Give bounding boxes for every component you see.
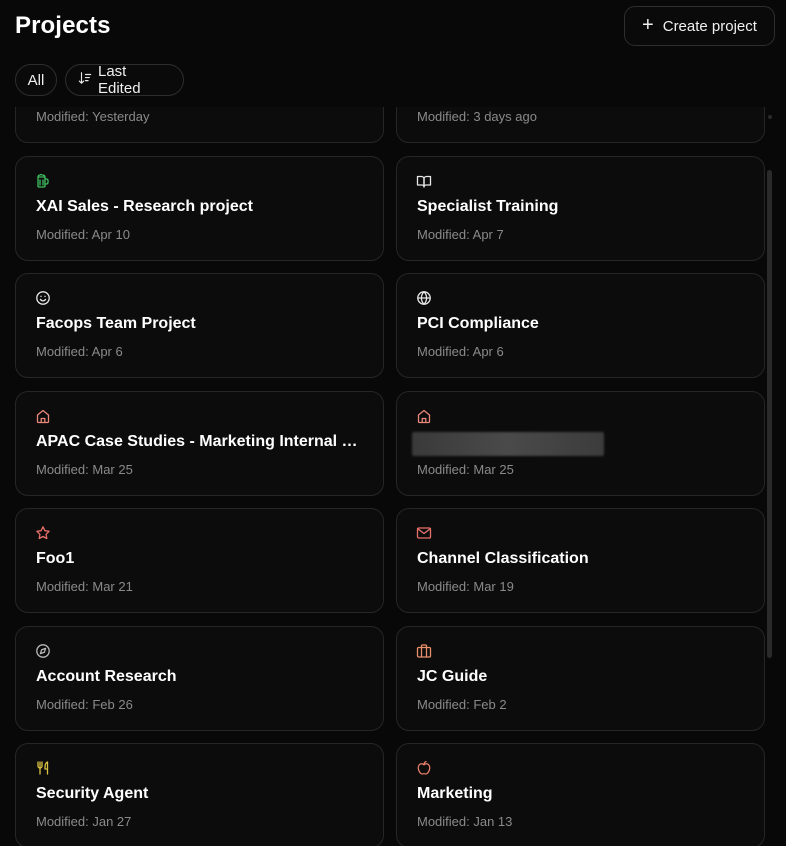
project-modified-date: Modified: Apr 7	[417, 226, 504, 242]
project-card[interactable]: Specialist Training Modified: Apr 7	[396, 155, 765, 261]
project-name: Channel Classification	[417, 550, 589, 567]
project-name: APAC Case Studies - Marketing Internal R…	[36, 432, 366, 450]
apple-icon	[416, 760, 432, 776]
project-modified-date: Modified: Jan 13	[417, 814, 513, 829]
project-card[interactable]: Security Agent Modified: Jan 27	[15, 743, 384, 846]
project-name: Security Agent	[36, 785, 149, 802]
project-card[interactable]: Marketing Modified: Jan 13	[396, 743, 765, 846]
project-card[interactable]: Channel Classification Modified: Mar 19	[396, 508, 765, 613]
project-modified-date: Modified: Mar 21	[36, 579, 133, 594]
project-modified-date: Modified: Apr 6	[36, 344, 123, 359]
book-open-icon	[416, 173, 432, 189]
project-modified-date: Modified: 3 days ago	[417, 109, 537, 124]
plus-icon: +	[642, 14, 654, 36]
filter-all-button[interactable]: All	[15, 64, 57, 96]
briefcase-icon	[416, 643, 432, 659]
project-card[interactable]: Account Research Modified: Feb 26	[15, 625, 384, 731]
project-card[interactable]: Facops Team Project Modified: Apr 6	[15, 273, 384, 378]
scrollbar-arrow[interactable]	[768, 115, 772, 119]
project-modified-date: Modified: Jan 27	[36, 814, 132, 829]
project-name: JC Guide	[417, 667, 488, 685]
home-icon	[35, 408, 51, 424]
star-icon	[35, 525, 51, 541]
sort-label: Last Edited	[98, 63, 141, 97]
project-modified-date: Modified: Mar 25	[417, 461, 514, 477]
project-card[interactable]: Modified: Yesterday	[15, 107, 384, 143]
project-name: Foo1	[36, 550, 75, 567]
project-card[interactable]: XAI Sales - Research project Modified: Ap…	[15, 155, 384, 261]
project-card[interactable]: PCI Compliance Modified: Apr 6	[396, 273, 765, 378]
project-card[interactable]: JC Guide Modified: Feb 2	[396, 625, 765, 731]
project-name: Facops Team Project	[36, 315, 196, 332]
smiley-icon	[35, 290, 51, 306]
project-modified-date: Modified: Yesterday	[36, 109, 150, 124]
project-name: PCI Compliance	[417, 315, 539, 332]
home-icon	[416, 408, 432, 424]
project-name: XAI Sales - Research project	[36, 197, 253, 215]
project-card[interactable]: Modified: Mar 25	[396, 390, 765, 496]
project-modified-date: Modified: Apr 10	[36, 226, 130, 242]
project-modified-date: Modified: Apr 6	[417, 344, 504, 359]
mail-icon	[416, 525, 432, 541]
project-card[interactable]: Foo1 Modified: Mar 21	[15, 508, 384, 613]
projects-grid: Modified: Yesterday Modified: 3 days ago X…	[0, 107, 786, 846]
scrollbar-thumb[interactable]	[767, 170, 772, 658]
beer-mug-icon	[35, 173, 51, 189]
page-title: Projects	[15, 12, 111, 39]
project-card[interactable]: APAC Case Studies - Marketing Internal R…	[15, 390, 384, 496]
project-modified-date: Modified: Feb 2	[417, 696, 507, 712]
project-modified-date: Modified: Mar 19	[417, 579, 514, 594]
create-project-label: Create project	[662, 17, 757, 35]
create-project-button[interactable]: + Create project	[624, 6, 775, 46]
project-name: Marketing	[417, 785, 493, 802]
sort-last-edited-button[interactable]: Last Edited	[65, 63, 184, 97]
project-modified-date: Modified: Mar 25	[36, 461, 133, 477]
redacted-project-name	[412, 431, 604, 456]
filter-all-label: All	[27, 71, 45, 89]
utensils-icon	[35, 760, 51, 776]
project-name: Specialist Training	[417, 197, 559, 215]
project-name: Account Research	[36, 667, 177, 685]
compass-icon	[35, 643, 51, 659]
project-modified-date: Modified: Feb 26	[36, 696, 133, 712]
projects-page: Projects + Create project All Last Edite…	[0, 0, 786, 846]
sort-icon	[78, 71, 92, 89]
globe-icon	[416, 290, 432, 306]
project-card[interactable]: Modified: 3 days ago	[396, 107, 765, 143]
